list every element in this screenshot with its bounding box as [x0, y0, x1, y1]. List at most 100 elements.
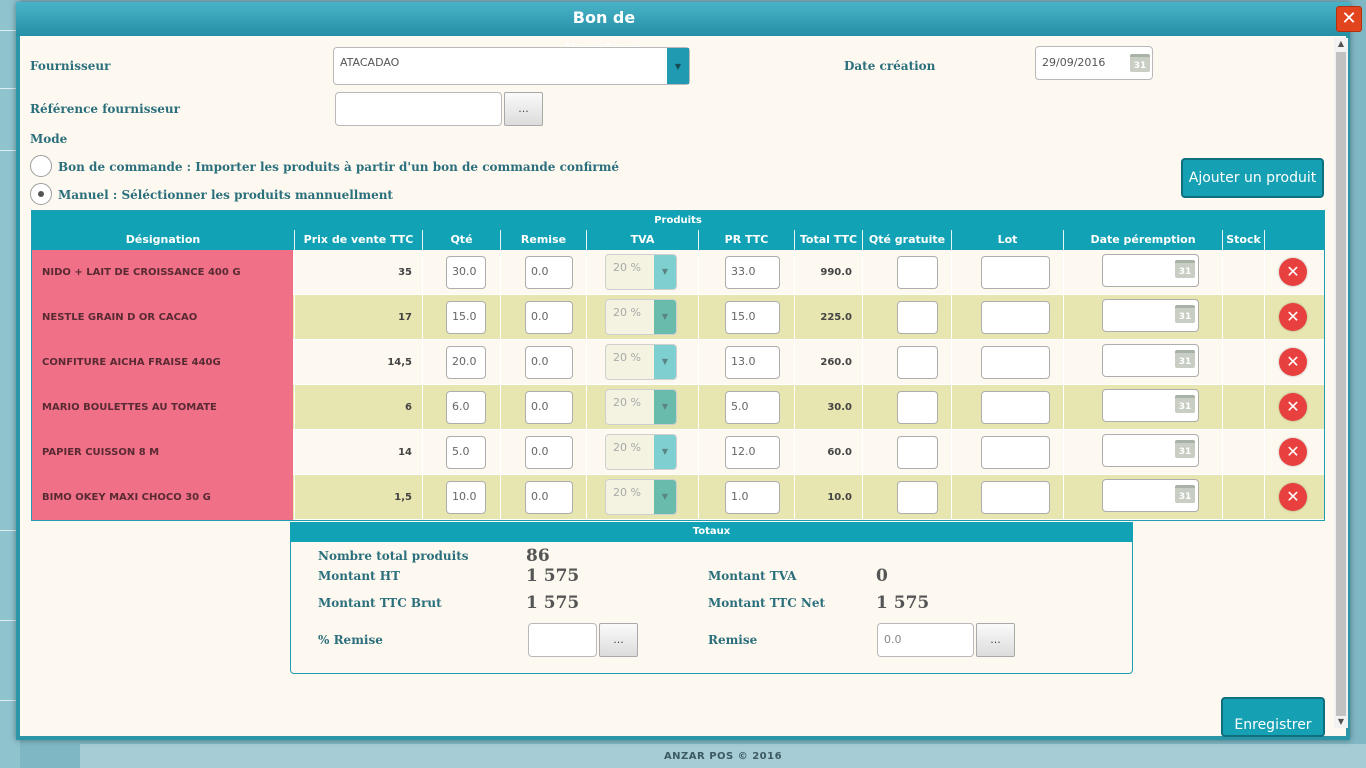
calendar-icon[interactable]: 31: [1175, 440, 1195, 458]
calendar-icon[interactable]: 31: [1175, 485, 1195, 503]
lot-input[interactable]: [981, 481, 1050, 514]
delete-row-icon[interactable]: ✕: [1279, 258, 1307, 286]
calendar-icon[interactable]: 31: [1175, 260, 1195, 278]
chevron-down-icon[interactable]: ▼: [654, 435, 676, 469]
pr-ttc-input[interactable]: 15.0: [725, 301, 780, 334]
table-row: NESTLE GRAIN D OR CACAO 17 15.0 0.0 20 % ▼ 15.…: [32, 295, 1324, 340]
remise-input[interactable]: 0.0: [877, 623, 974, 657]
product-total: 30.0: [827, 402, 852, 413]
pr-ttc-input[interactable]: 13.0: [725, 346, 780, 379]
montant-ht-label: Montant HT: [318, 569, 401, 583]
product-designation: NESTLE GRAIN D OR CACAO: [32, 295, 293, 340]
discount-input[interactable]: 0.0: [525, 301, 573, 334]
delete-row-icon[interactable]: ✕: [1279, 303, 1307, 331]
qty-input[interactable]: 5.0: [446, 436, 486, 469]
delete-row-icon[interactable]: ✕: [1279, 438, 1307, 466]
pr-ttc-input[interactable]: 33.0: [725, 256, 780, 289]
reference-input[interactable]: [335, 92, 502, 126]
discount-input[interactable]: 0.0: [525, 391, 573, 424]
column-header: Qté gratuite: [862, 230, 951, 250]
delete-row-icon[interactable]: ✕: [1279, 348, 1307, 376]
expiry-date-input[interactable]: 31: [1102, 254, 1199, 287]
chevron-down-icon[interactable]: ▼: [654, 255, 676, 289]
qty-input[interactable]: 20.0: [446, 346, 486, 379]
mode-radio-manuel[interactable]: [30, 183, 52, 205]
calendar-icon[interactable]: 31: [1175, 350, 1195, 368]
product-price: 14: [398, 447, 412, 458]
add-product-button[interactable]: Ajouter un produit: [1181, 158, 1324, 198]
total-products-value: 86: [526, 546, 550, 566]
pr-ttc-input[interactable]: 5.0: [725, 391, 780, 424]
product-total: 225.0: [820, 312, 852, 323]
cell-divider: [698, 340, 699, 385]
cell-divider: [500, 430, 501, 475]
expiry-date-input[interactable]: 31: [1102, 344, 1199, 377]
close-button[interactable]: ✕: [1336, 6, 1362, 32]
calendar-icon[interactable]: 31: [1175, 305, 1195, 323]
date-creation-input[interactable]: 29/09/2016 31: [1035, 46, 1153, 80]
tva-select[interactable]: 20 % ▼: [605, 434, 677, 470]
expiry-date-input[interactable]: 31: [1102, 479, 1199, 512]
expiry-date-input[interactable]: 31: [1102, 389, 1199, 422]
scroll-up-icon[interactable]: ▲: [1334, 38, 1348, 50]
free-qty-input[interactable]: [897, 391, 938, 424]
chevron-down-icon[interactable]: ▼: [654, 480, 676, 514]
chevron-down-icon[interactable]: ▼: [654, 345, 676, 379]
tva-select[interactable]: 20 % ▼: [605, 479, 677, 515]
lot-input[interactable]: [981, 436, 1050, 469]
scroll-down-icon[interactable]: ▼: [1334, 716, 1348, 728]
free-qty-input[interactable]: [897, 346, 938, 379]
product-total: 60.0: [827, 447, 852, 458]
lot-input[interactable]: [981, 391, 1050, 424]
free-qty-input[interactable]: [897, 301, 938, 334]
delete-row-icon[interactable]: ✕: [1279, 393, 1307, 421]
expiry-date-input[interactable]: 31: [1102, 299, 1199, 332]
expiry-date-input[interactable]: 31: [1102, 434, 1199, 467]
qty-input[interactable]: 30.0: [446, 256, 486, 289]
tva-select[interactable]: 20 % ▼: [605, 299, 677, 335]
tva-select[interactable]: 20 % ▼: [605, 254, 677, 290]
calendar-icon[interactable]: 31: [1130, 54, 1150, 72]
mode-radio-bon-commande[interactable]: [30, 155, 52, 177]
cell-divider: [698, 430, 699, 475]
pr-ttc-input[interactable]: 12.0: [725, 436, 780, 469]
scrollbar-thumb[interactable]: [1336, 52, 1346, 716]
vertical-scrollbar[interactable]: ▲ ▼: [1334, 38, 1348, 728]
cell-divider: [862, 430, 863, 475]
lot-input[interactable]: [981, 346, 1050, 379]
chevron-down-icon[interactable]: ▼: [667, 48, 689, 84]
discount-input[interactable]: 0.0: [525, 346, 573, 379]
remise-button[interactable]: ...: [976, 623, 1015, 657]
cell-divider: [422, 340, 423, 385]
qty-input[interactable]: 10.0: [446, 481, 486, 514]
delete-row-icon[interactable]: ✕: [1279, 483, 1307, 511]
discount-input[interactable]: 0.0: [525, 436, 573, 469]
discount-input[interactable]: 0.0: [525, 256, 573, 289]
free-qty-input[interactable]: [897, 256, 938, 289]
free-qty-input[interactable]: [897, 481, 938, 514]
tva-select[interactable]: 20 % ▼: [605, 344, 677, 380]
save-button[interactable]: Enregistrer: [1221, 697, 1325, 737]
lot-input[interactable]: [981, 301, 1050, 334]
cell-divider: [586, 430, 587, 475]
pr-ttc-input[interactable]: 1.0: [725, 481, 780, 514]
bg-divider: [0, 150, 16, 151]
lot-input[interactable]: [981, 256, 1050, 289]
cell-divider: [1264, 340, 1265, 385]
free-qty-input[interactable]: [897, 436, 938, 469]
pct-remise-input[interactable]: [528, 623, 597, 657]
montant-ht-value: 1 575: [526, 566, 580, 586]
fournisseur-select[interactable]: ATACADAO ▼: [333, 47, 690, 85]
discount-input[interactable]: 0.0: [525, 481, 573, 514]
cell-divider: [1264, 250, 1265, 295]
tva-select[interactable]: 20 % ▼: [605, 389, 677, 425]
pct-remise-button[interactable]: ...: [599, 623, 638, 657]
calendar-icon[interactable]: 31: [1175, 395, 1195, 413]
totals-title: Totaux: [290, 522, 1133, 542]
product-price: 6: [405, 402, 412, 413]
qty-input[interactable]: 15.0: [446, 301, 486, 334]
reference-browse-button[interactable]: ...: [504, 92, 543, 126]
chevron-down-icon[interactable]: ▼: [654, 390, 676, 424]
chevron-down-icon[interactable]: ▼: [654, 300, 676, 334]
qty-input[interactable]: 6.0: [446, 391, 486, 424]
